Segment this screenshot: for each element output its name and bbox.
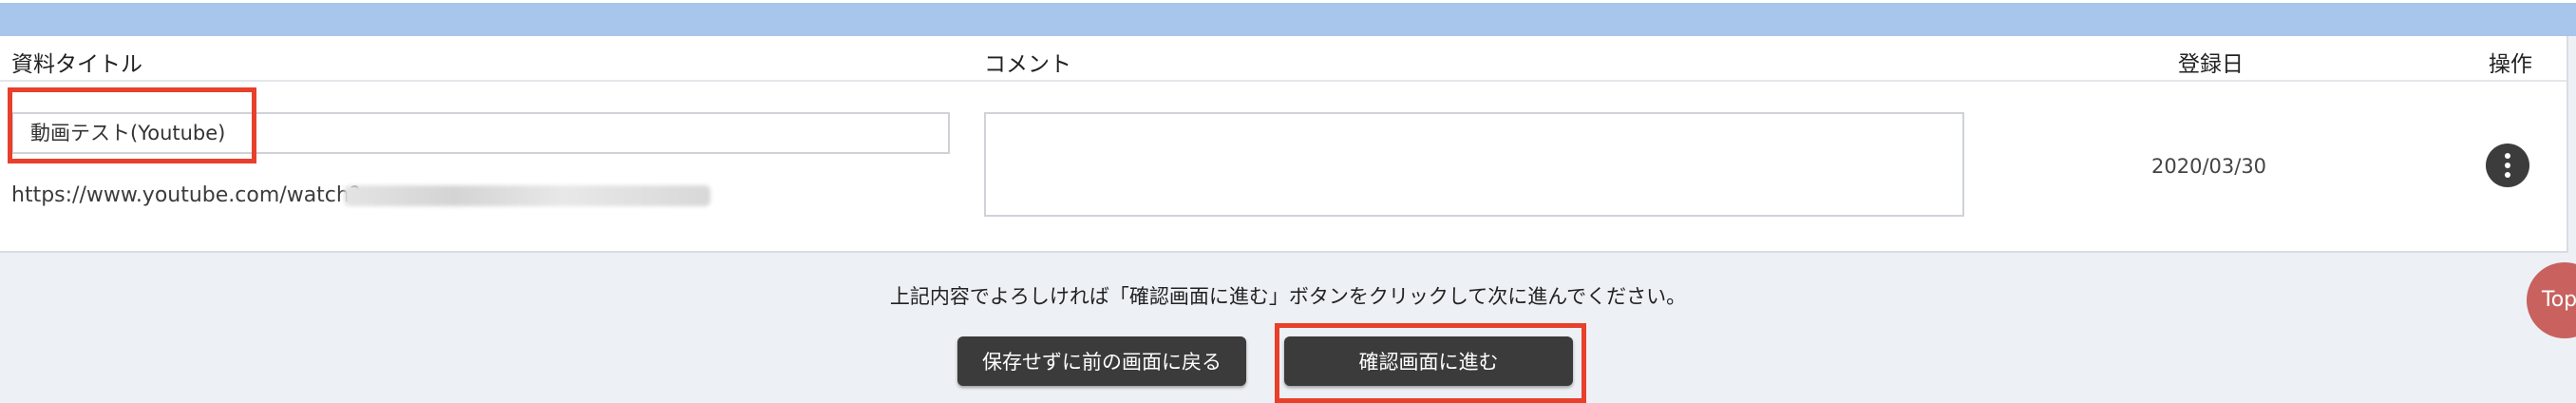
column-header-registered-date: 登録日 xyxy=(2178,52,2244,77)
header-divider xyxy=(0,80,2567,82)
video-url: https://www.youtube.com/watch? xyxy=(11,183,361,207)
comment-textarea[interactable] xyxy=(984,112,1964,217)
materials-table: 資料タイトル コメント 登録日 操作 動画テスト(Youtube) https:… xyxy=(0,36,2568,253)
menu-dot xyxy=(2505,172,2510,178)
menu-dot xyxy=(2505,163,2510,168)
header-band xyxy=(0,0,2576,36)
top-divider xyxy=(0,0,2576,3)
more-vertical-icon[interactable] xyxy=(2486,144,2529,187)
registered-date: 2020/03/30 xyxy=(2151,155,2267,178)
column-header-title: 資料タイトル xyxy=(11,52,142,77)
column-header-comment: コメント xyxy=(984,52,1071,77)
title-highlight-annotation xyxy=(8,87,256,163)
instruction-text: 上記内容でよろしければ「確認画面に進む」ボタンをクリックして次に進んでください。 xyxy=(889,285,1687,308)
back-without-saving-button[interactable]: 保存せずに前の画面に戻る xyxy=(957,336,1246,386)
url-redacted-blur xyxy=(344,185,710,206)
column-header-operations: 操作 xyxy=(2489,52,2532,77)
next-button-highlight-annotation xyxy=(1275,323,1586,403)
menu-dot xyxy=(2505,153,2510,159)
scroll-to-top-button[interactable]: Top xyxy=(2527,262,2576,338)
